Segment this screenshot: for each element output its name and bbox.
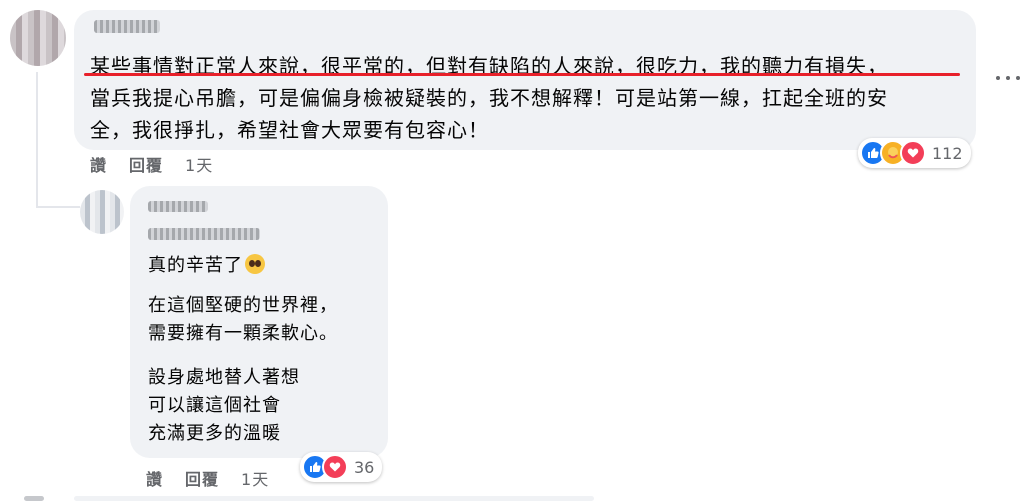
reply-line-1-text: 真的辛苦了 [148, 255, 243, 276]
reply-paragraph-2: 在這個堅硬的世界裡， 需要擁有一顆柔軟心。 [148, 295, 338, 344]
comment-text: 某些事情對正常人來說，很平常的，但對有缺陷的人來說，很吃力，我的聽力有損失， 當… [90, 54, 888, 142]
commenter-name-blurred[interactable] [94, 20, 160, 33]
replier-avatar[interactable] [80, 190, 124, 234]
thread-connector-branch [36, 206, 80, 208]
thread-connector [36, 72, 38, 208]
comment-timestamp[interactable]: 1天 [185, 152, 213, 176]
reply-button[interactable]: 回覆 [129, 152, 163, 176]
reply-actions: 讚 回覆 1天 [146, 466, 269, 490]
like-button[interactable]: 讚 [90, 152, 107, 176]
love-icon [900, 140, 926, 166]
reactions-summary[interactable]: 112 [858, 138, 971, 168]
pleading-face-emoji-icon [245, 254, 265, 274]
replier-name-blurred[interactable] [148, 228, 260, 240]
reply-reactions-summary[interactable]: 36 [300, 452, 383, 482]
reaction-count: 112 [932, 143, 963, 163]
replier-badge-blurred [148, 201, 208, 212]
reply-paragraph-3: 設身處地替人著想 可以讓這個社會 充滿更多的溫暖 [148, 367, 300, 444]
reply-line-1: 真的辛苦了 [148, 252, 384, 280]
comment-actions: 讚 回覆 1天 [90, 152, 213, 176]
highlight-underline [84, 73, 960, 76]
reply-button[interactable]: 回覆 [185, 466, 219, 490]
reply-timestamp[interactable]: 1天 [241, 466, 269, 490]
commenter-avatar[interactable] [10, 10, 66, 66]
love-icon [322, 454, 348, 480]
more-options-icon[interactable] [996, 74, 1020, 82]
like-button[interactable]: 讚 [146, 466, 163, 490]
next-comment-partial [0, 492, 1024, 501]
reaction-count: 36 [354, 457, 375, 477]
